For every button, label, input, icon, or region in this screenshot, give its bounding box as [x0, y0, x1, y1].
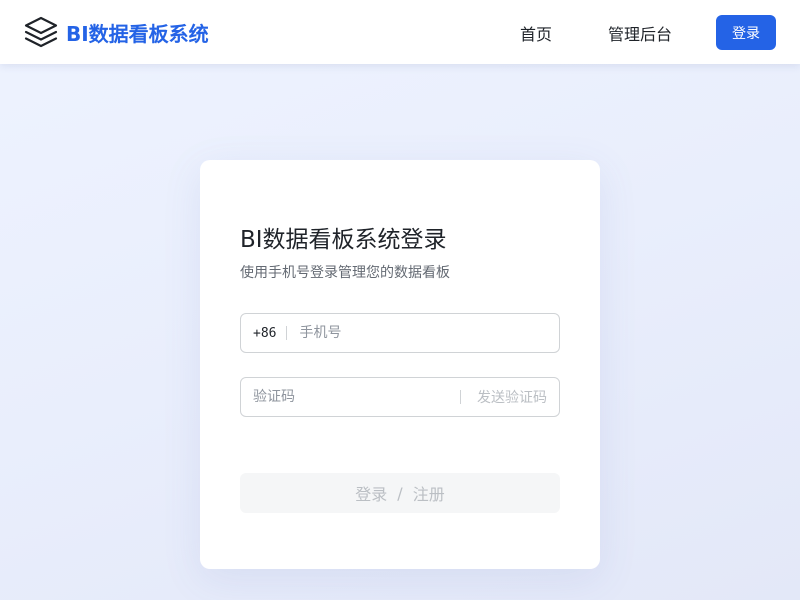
header-login-button[interactable]: 登录 [716, 15, 776, 50]
submit-login-label: 登录 [355, 485, 388, 504]
submit-register-label: 注册 [412, 485, 445, 504]
login-register-button[interactable]: 登录 / 注册 [240, 473, 560, 513]
nav-home[interactable]: 首页 [520, 21, 552, 45]
prefix-divider [286, 326, 288, 340]
phone-input[interactable] [299, 314, 559, 352]
login-subtitle: 使用手机号登录管理您的数据看板 [240, 265, 450, 281]
code-field: 发送验证码 [240, 377, 560, 417]
phone-field: +86 [240, 313, 560, 353]
top-header: BI数据看板系统 首页 管理后台 登录 [0, 0, 800, 64]
brand-logo[interactable]: BI数据看板系统 [24, 16, 209, 48]
login-card: BI数据看板系统登录 使用手机号登录管理您的数据看板 +86 发送验证码 登录 … [200, 160, 600, 569]
nav-admin[interactable]: 管理后台 [608, 21, 672, 45]
country-code[interactable]: +86 [241, 326, 276, 341]
submit-separator: / [397, 483, 403, 503]
send-code-button[interactable]: 发送验证码 [477, 387, 559, 407]
login-title: BI数据看板系统登录 [240, 227, 447, 253]
brand-title: BI数据看板系统 [66, 21, 209, 46]
verification-code-input[interactable] [241, 378, 460, 416]
send-code-divider [460, 390, 461, 404]
layers-icon [24, 16, 58, 48]
